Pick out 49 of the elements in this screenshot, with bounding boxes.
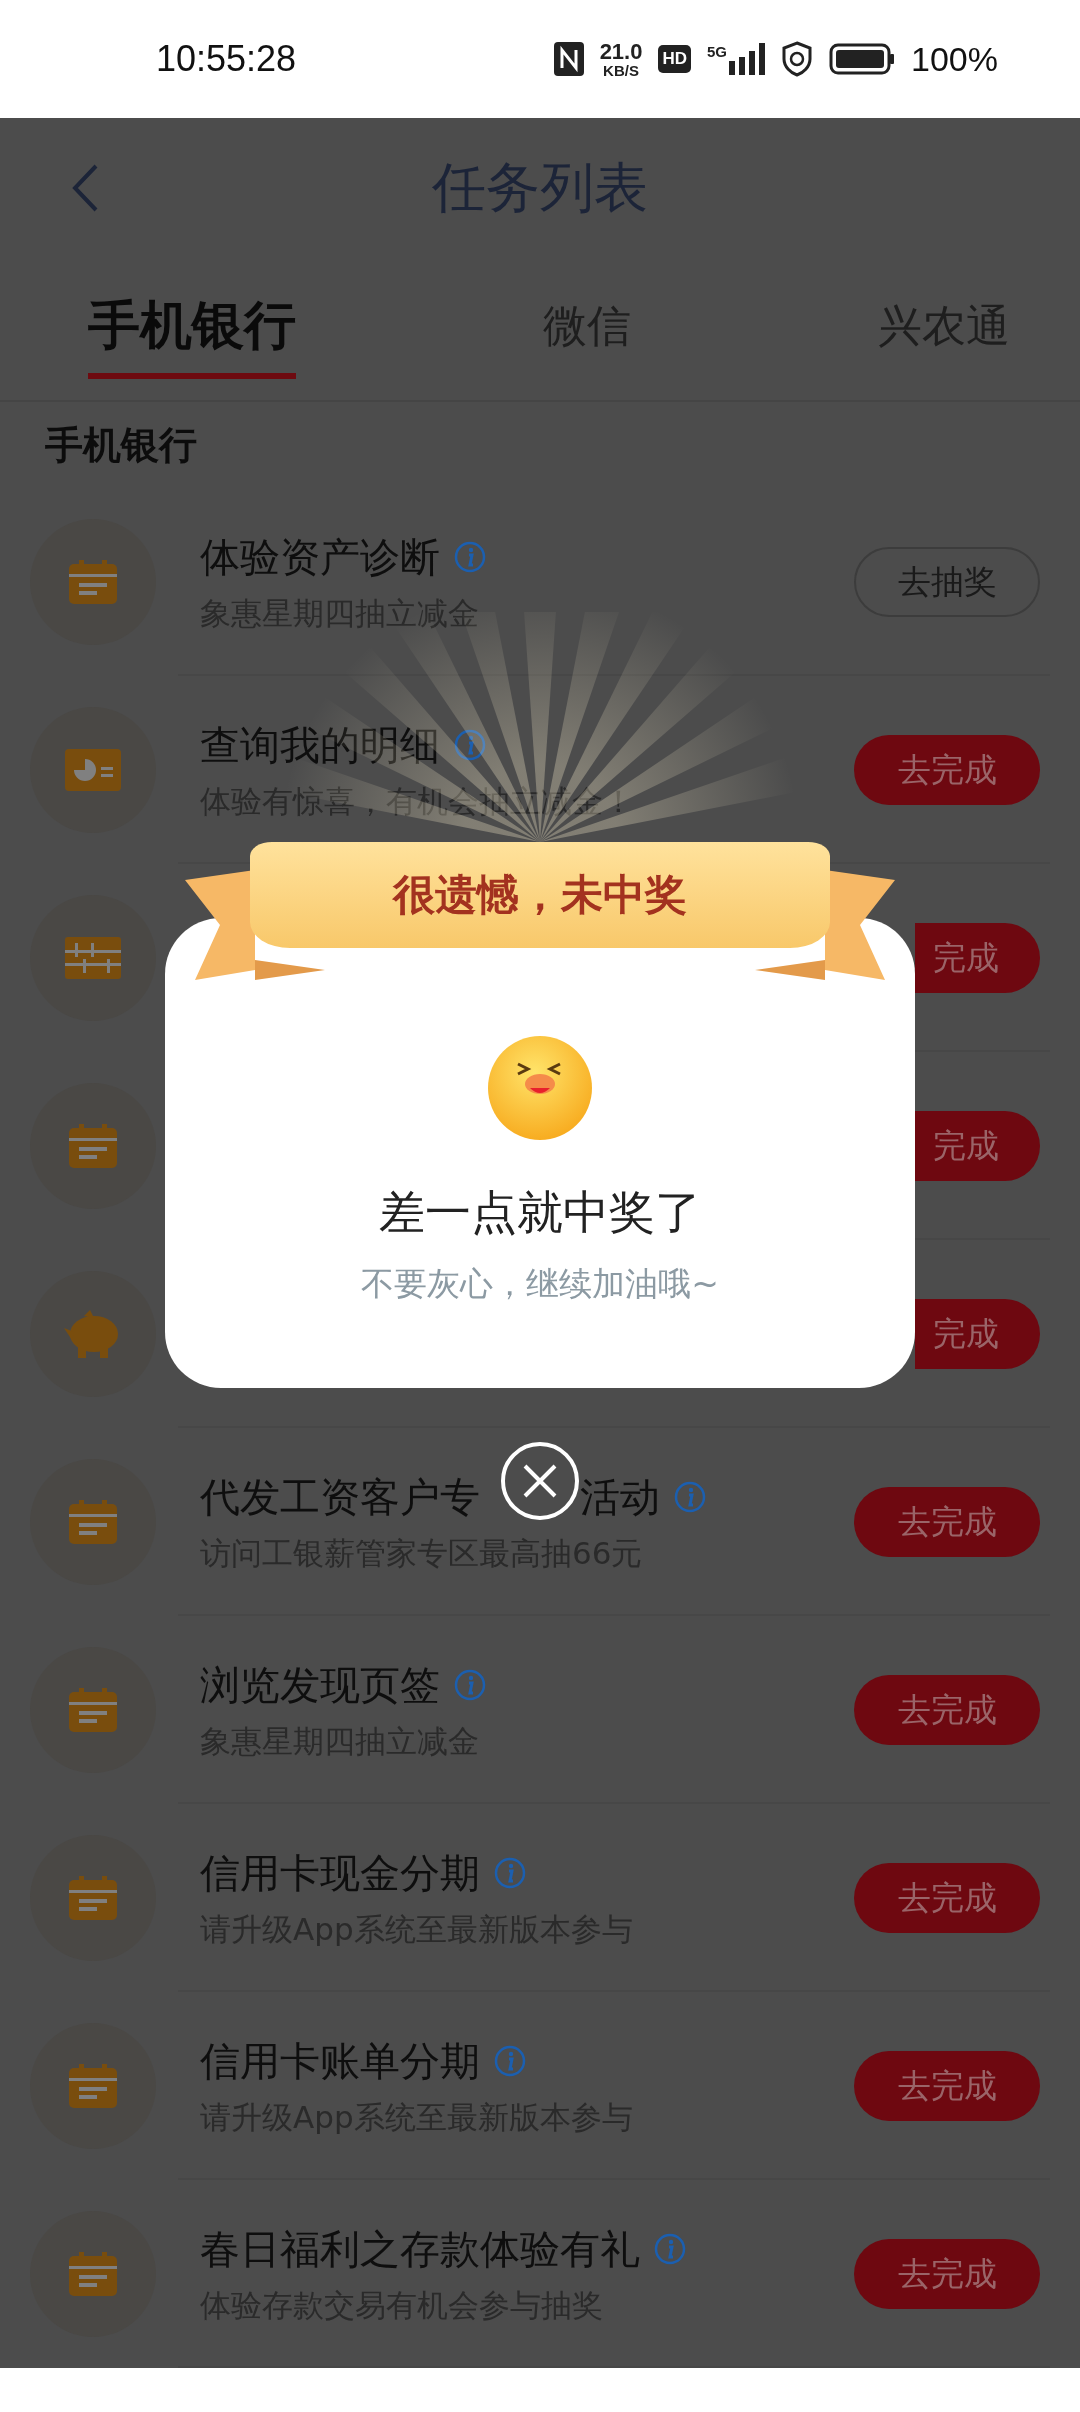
status-time: 10:55:28	[156, 38, 297, 80]
task-button[interactable]: 去完成	[854, 1675, 1040, 1745]
signal-icon	[729, 43, 766, 75]
task-button[interactable]: 去完成	[854, 1863, 1040, 1933]
calendar-icon	[69, 2064, 117, 2108]
info-icon[interactable]	[454, 541, 486, 573]
task-button[interactable]: 去完成	[854, 1487, 1040, 1557]
smiley-icon	[488, 1036, 592, 1140]
calendar-icon	[69, 1876, 117, 1920]
task-title: 信用卡账单分期	[200, 2036, 480, 2086]
info-icon[interactable]	[494, 2045, 526, 2077]
task-title: 春日福利之存款体验有礼	[200, 2224, 640, 2274]
calendar-icon	[69, 1688, 117, 1732]
task-title: 体验资产诊断	[200, 532, 440, 582]
task-title: 信用卡现金分期	[200, 1848, 480, 1898]
back-icon[interactable]	[70, 163, 100, 213]
network-type: 5G	[707, 43, 728, 60]
info-icon[interactable]	[654, 2233, 686, 2265]
calendar-icon	[69, 560, 117, 604]
task-button[interactable]: 完成	[915, 1299, 1040, 1369]
tab[interactable]: 手机银行	[88, 279, 296, 379]
net-speed-unit: KB/S	[603, 62, 639, 78]
close-icon[interactable]	[500, 1441, 580, 1521]
ruler-icon	[65, 937, 121, 979]
net-speed: 21.0	[599, 40, 643, 63]
task-button[interactable]: 去完成	[854, 2239, 1040, 2309]
chart-card-icon	[65, 749, 121, 791]
calendar-icon	[69, 1124, 117, 1168]
info-icon[interactable]	[454, 1669, 486, 1701]
hd-badge: HD	[658, 45, 691, 73]
task-title: 活动	[580, 1472, 660, 1522]
battery-icon	[829, 43, 896, 75]
dialog-message: 不要灰心，继续加油哦~	[361, 1263, 719, 1305]
task-title: 查询我的明细	[200, 720, 440, 770]
dialog-heading: 差一点就中奖了	[379, 1184, 701, 1241]
task-button[interactable]: 完成	[915, 1111, 1040, 1181]
section-title: 手机银行	[44, 421, 197, 469]
info-icon[interactable]	[674, 1481, 706, 1513]
nfc-icon	[553, 42, 584, 76]
calendar-icon	[69, 1500, 117, 1544]
task-button[interactable]: 去完成	[854, 2051, 1040, 2121]
battery-percent: 100%	[911, 39, 998, 79]
task-title: 浏览发现页签	[200, 1660, 440, 1710]
task-button[interactable]: 完成	[915, 923, 1040, 993]
shield-icon	[781, 41, 814, 77]
task-title: 代发工资客户专	[200, 1472, 480, 1522]
calendar-icon	[69, 2252, 117, 2296]
info-icon[interactable]	[494, 1857, 526, 1889]
task-button[interactable]: 去完成	[854, 735, 1040, 805]
